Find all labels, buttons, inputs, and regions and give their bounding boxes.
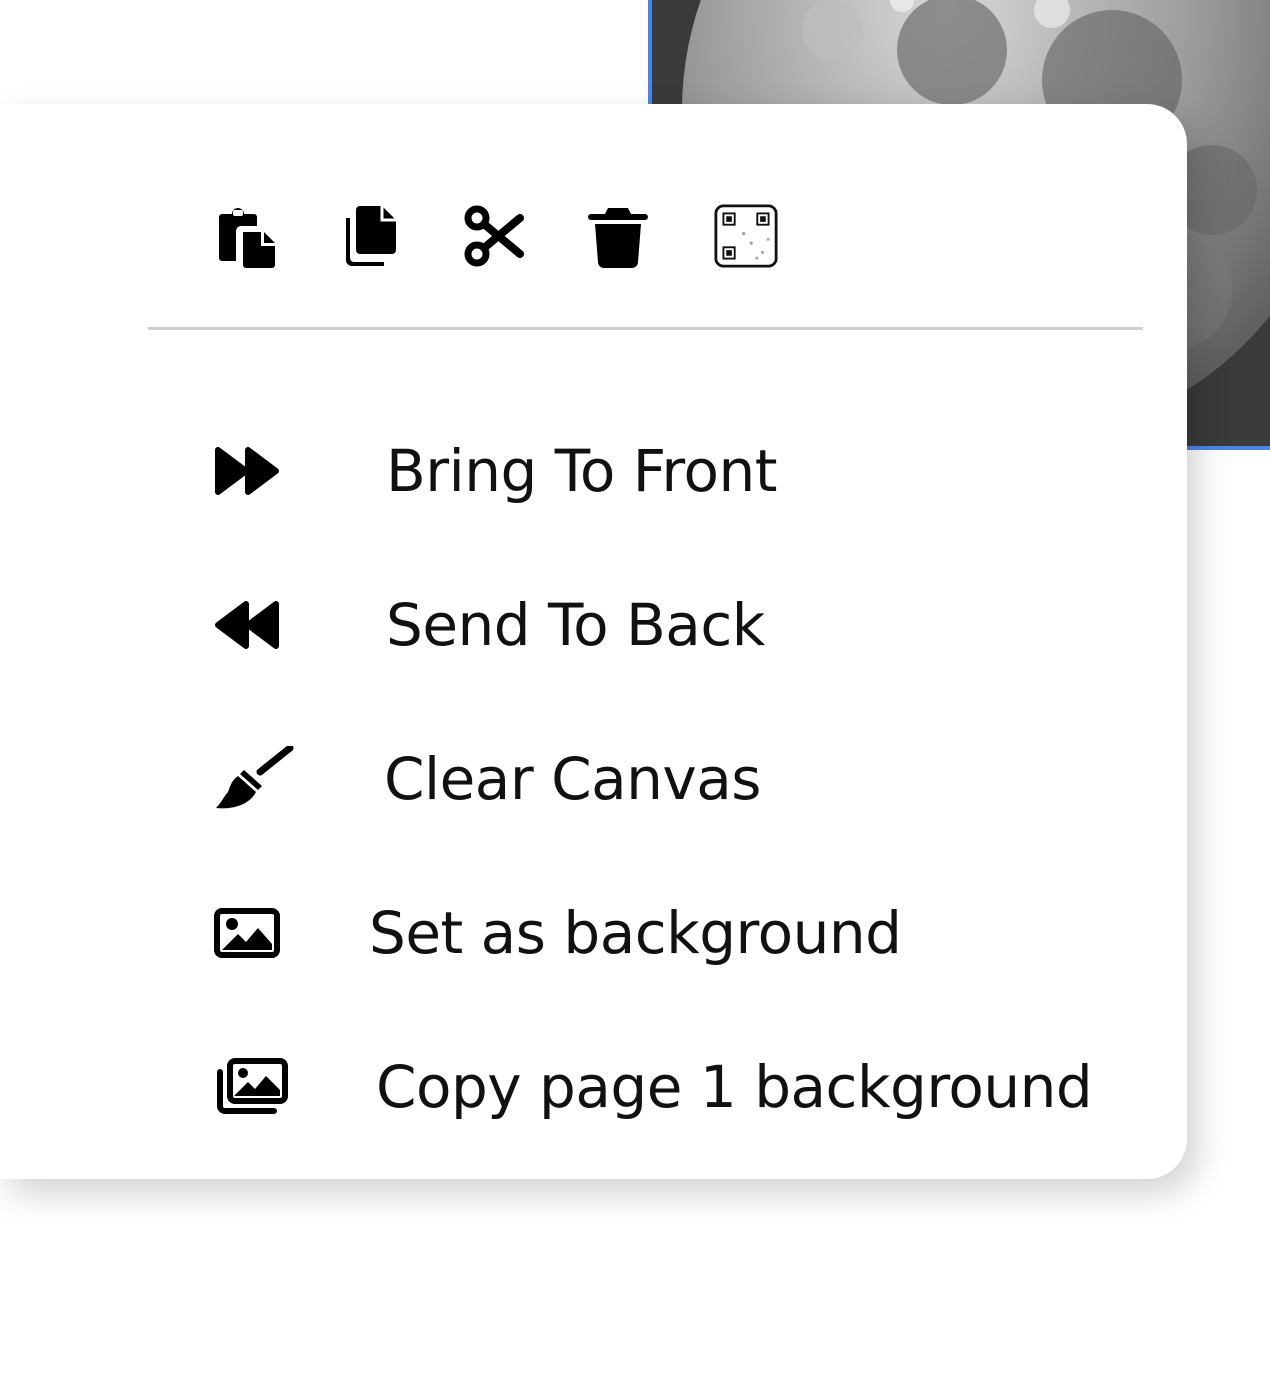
paste-button[interactable]: [214, 200, 278, 272]
editor-canvas: Bring To Front Send To Back Clear Canvas…: [0, 0, 1270, 1390]
broom-icon: [214, 744, 298, 814]
images-icon: [214, 1052, 298, 1122]
trash-icon: [588, 208, 648, 268]
forward-icon: [214, 436, 298, 506]
bring-to-front-item[interactable]: Bring To Front: [214, 394, 1134, 548]
menu-divider: [148, 327, 1143, 330]
image-icon: [214, 898, 298, 968]
set-as-background-item[interactable]: Set as background: [214, 856, 1134, 1010]
menu-list: Bring To Front Send To Back Clear Canvas…: [214, 394, 1134, 1164]
qr-code-button[interactable]: [714, 200, 778, 272]
qr-code-icon: [714, 204, 778, 268]
copy-icon: [346, 206, 396, 266]
set-as-background-label: Set as background: [369, 899, 902, 967]
copy-button[interactable]: [338, 200, 402, 272]
quick-actions-bar: [214, 200, 778, 272]
context-menu: Bring To Front Send To Back Clear Canvas…: [0, 104, 1187, 1179]
cut-button[interactable]: [462, 200, 526, 272]
paste-icon: [219, 208, 275, 268]
clear-canvas-label: Clear Canvas: [384, 745, 762, 813]
send-to-back-label: Send To Back: [386, 591, 765, 659]
scissors-icon: [464, 205, 524, 267]
copy-page-background-label: Copy page 1 background: [376, 1053, 1093, 1121]
backward-icon: [214, 590, 298, 660]
copy-page-background-item[interactable]: Copy page 1 background: [214, 1010, 1134, 1164]
bring-to-front-label: Bring To Front: [386, 437, 777, 505]
send-to-back-item[interactable]: Send To Back: [214, 548, 1134, 702]
clear-canvas-item[interactable]: Clear Canvas: [214, 702, 1134, 856]
delete-button[interactable]: [586, 200, 650, 272]
